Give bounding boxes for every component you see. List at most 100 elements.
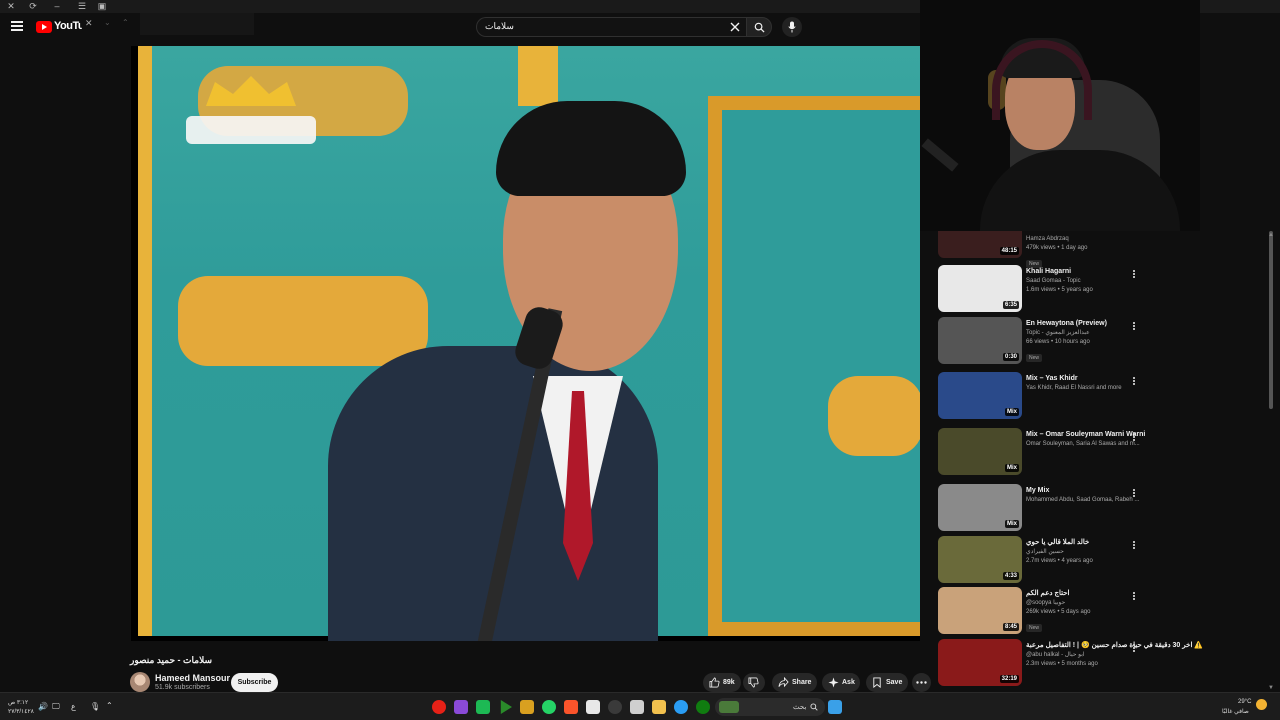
ornamental-frame [708, 96, 920, 636]
recommendation-item[interactable]: Mix Mix – Yas Khidr Yas Khidr, Raad El N… [938, 372, 1268, 422]
taskbar-time[interactable]: ٣:١٢ ص [8, 699, 28, 706]
tab-up-icon[interactable]: ⌃ [122, 18, 129, 27]
view-stats: 66 views • 10 hours ago [1026, 339, 1090, 345]
notepad-icon[interactable] [586, 700, 600, 714]
mix-badge: Mix [1004, 408, 1019, 416]
play-logo-icon [36, 21, 52, 33]
recommendation-item[interactable]: 32:19 اخر 30 دقيقة في حياة صدام حسين 🥺 |… [938, 639, 1268, 689]
puzzle-app-icon[interactable] [520, 700, 534, 714]
thumbs-up-icon [709, 677, 720, 688]
network-icon[interactable]: 🖵 [52, 702, 60, 712]
tab-arrow-icon[interactable]: ⌄ [104, 18, 111, 27]
video-thumbnail[interactable]: Mix [938, 372, 1022, 419]
duration-badge: 0:30 [1002, 353, 1019, 361]
voice-search-button[interactable] [782, 17, 802, 37]
weather-description[interactable]: صافي غالبًا [1222, 708, 1249, 715]
recommendation-item[interactable]: Mix My Mix Mohammed Abdu, Saad Gomaa, Ra… [938, 484, 1268, 534]
obs-icon[interactable] [608, 700, 622, 714]
store-icon[interactable] [630, 700, 644, 714]
more-actions-button[interactable] [912, 673, 931, 692]
share-button[interactable]: Share [772, 673, 817, 692]
channel-avatar[interactable] [130, 672, 150, 692]
video-title: Khali Hagarni [1026, 268, 1072, 275]
taskbar-search-placeholder: بحث [793, 704, 807, 711]
tabs-icon[interactable]: ▣ [95, 0, 109, 13]
video-thumbnail[interactable]: 32:19 [938, 639, 1022, 686]
windows-start-icon[interactable] [828, 700, 842, 714]
taskbar: ٣:١٢ ص ٢٧/٣/١٤٢٨ 🔊 🖵 ع 🎙 ⌃ بحث 29°C صافي… [0, 692, 1280, 720]
more-vert-icon[interactable] [1131, 540, 1137, 552]
video-thumbnail[interactable]: 4:33 [938, 536, 1022, 583]
more-vert-icon[interactable] [1131, 321, 1137, 333]
ask-button[interactable]: Ask [822, 673, 860, 692]
reload-icon[interactable]: ⟳ [26, 0, 40, 13]
tray-chevron-icon[interactable]: ⌃ [106, 701, 113, 710]
view-stats: 479k views • 1 day ago [1026, 245, 1088, 251]
more-vert-icon[interactable] [1131, 376, 1137, 388]
sidebar-scrollbar[interactable] [1269, 231, 1273, 409]
discord-app-icon[interactable] [454, 700, 468, 714]
video-title: اخر 30 دقيقة في حياة صدام حسين 🥺 | ! الت… [1026, 642, 1204, 649]
video-thumbnail[interactable]: Mix [938, 484, 1022, 531]
file-explorer-icon[interactable] [652, 700, 666, 714]
save-button[interactable]: Save [866, 673, 908, 692]
more-vert-icon[interactable] [1131, 591, 1137, 603]
youtube-app-icon[interactable] [432, 700, 446, 714]
video-thumbnail[interactable]: 0:30 [938, 317, 1022, 364]
channel-name: Hamza Abdrzaq [1026, 236, 1069, 242]
edge-browser-icon[interactable] [674, 700, 688, 714]
channel-logo-plate [186, 116, 316, 144]
taskbar-search[interactable]: بحث [715, 698, 825, 716]
language-indicator[interactable]: ع [71, 702, 76, 711]
channel-name: Mohammed Abdu, Saad Gomaa, Rabeh ... [1026, 497, 1140, 503]
recommendation-item[interactable]: 6:35 Khali Hagarni Saad Gomaa - Topic 1.… [938, 265, 1268, 315]
subscribe-button[interactable]: Subscribe [231, 673, 278, 692]
recommendation-item[interactable]: 0:30 En Hewaytona (Preview) Topic - عبدا… [938, 317, 1268, 367]
video-thumbnail[interactable]: 8:45 [938, 587, 1022, 634]
weather-temperature[interactable]: 29°C [1238, 699, 1251, 705]
mix-badge: Mix [1004, 520, 1019, 528]
recommendation-item[interactable]: 8:45 احتاج دعم الكم @soopya حوبيا 269k v… [938, 587, 1268, 637]
green-app-icon[interactable] [476, 700, 490, 714]
recommendation-item[interactable]: Mix Mix – Omar Souleyman Warni Warni Oma… [938, 428, 1268, 478]
taskbar-date[interactable]: ٢٧/٣/١٤٢٨ [8, 708, 34, 715]
brave-browser-icon[interactable] [564, 700, 578, 714]
channel-name[interactable]: Hameed Mansour [155, 673, 230, 683]
more-vert-icon[interactable] [1131, 432, 1137, 444]
search-box[interactable]: سلامات [476, 17, 746, 37]
whatsapp-icon[interactable] [542, 700, 556, 714]
channel-name: Topic - عبدالعزيز المعنوي [1026, 330, 1090, 336]
like-button[interactable]: 89k [703, 673, 741, 692]
search-icon [754, 22, 765, 33]
video-title: سلامات - حميد منصور [130, 655, 212, 665]
video-thumbnail[interactable]: Mix [938, 428, 1022, 475]
more-vert-icon[interactable] [1131, 269, 1137, 281]
mic-tray-icon[interactable]: 🎙 [90, 702, 100, 711]
volume-icon[interactable]: 🔊 [38, 702, 48, 711]
more-vert-icon[interactable] [1131, 643, 1137, 655]
search-button[interactable] [746, 17, 772, 37]
view-stats: 2.3m views • 5 months ago [1026, 661, 1098, 667]
menu-icon[interactable]: ☰ [75, 0, 89, 13]
scroll-up-icon[interactable]: ▲ [1268, 232, 1274, 238]
video-thumbnail[interactable]: 6:35 [938, 265, 1022, 312]
video-player[interactable] [131, 46, 920, 641]
xbox-icon[interactable] [696, 700, 710, 714]
view-stats: 2.7m views • 4 years ago [1026, 558, 1093, 564]
scroll-down-icon[interactable]: ▼ [1268, 685, 1274, 691]
recommendations-list: 48:15 Hamza Abdrzaq 479k views • 1 day a… [938, 231, 1268, 691]
video-thumbnail[interactable]: 48:15 [938, 231, 1022, 258]
close-window-icon[interactable]: ✕ [4, 0, 18, 13]
youtube-logo[interactable]: YouTube [36, 20, 82, 34]
clear-search-icon[interactable] [730, 22, 740, 32]
close-tab-icon[interactable]: ✕ [85, 18, 93, 29]
more-vert-icon[interactable] [1131, 488, 1137, 500]
minimize-icon[interactable]: – [50, 0, 64, 13]
dislike-button[interactable] [743, 673, 765, 692]
search-input[interactable]: سلامات [485, 21, 746, 32]
channel-name: Yas Khidr, Raad El Nassri and more [1026, 385, 1122, 391]
guide-menu-icon[interactable] [10, 19, 26, 35]
play-app-icon[interactable] [500, 700, 512, 714]
video-frame [138, 46, 920, 641]
recommendation-item[interactable]: 4:33 خالد الملا قالي يا حوي حسين الفيراد… [938, 536, 1268, 586]
